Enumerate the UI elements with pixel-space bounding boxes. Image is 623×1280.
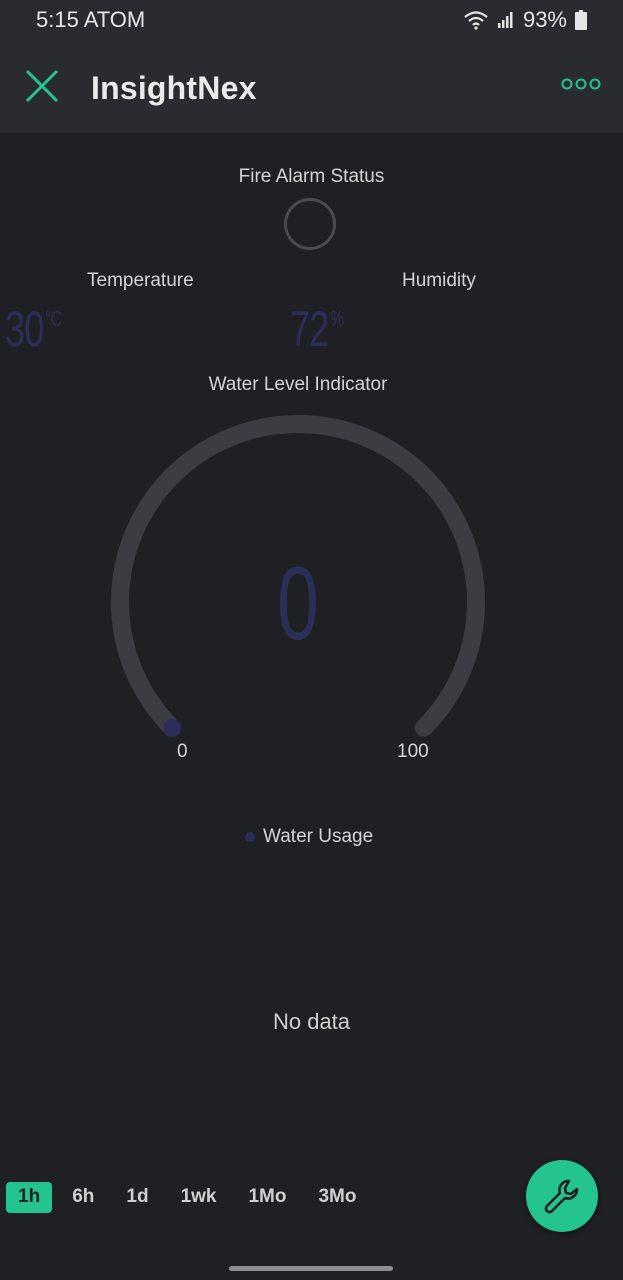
more-options-button[interactable] xyxy=(561,76,601,92)
status-icons: 93% xyxy=(463,7,587,33)
range-1h[interactable]: 1h xyxy=(6,1182,53,1213)
range-3mo[interactable]: 3Mo xyxy=(306,1182,368,1213)
temperature-value: 30°C xyxy=(5,300,62,358)
humidity-value: 72% xyxy=(290,300,344,358)
app-title: InsightNex xyxy=(91,70,257,106)
no-data-text: No data xyxy=(272,1009,351,1034)
temperature-number: 30 xyxy=(5,301,44,357)
gauge-max-label: 100 xyxy=(397,741,429,762)
wrench-icon xyxy=(544,1179,579,1214)
battery-percent: 93% xyxy=(522,7,567,32)
humidity-unit: % xyxy=(330,306,344,331)
temperature-label: Temperature xyxy=(87,270,194,291)
range-1d[interactable]: 1d xyxy=(114,1182,160,1213)
settings-fab[interactable] xyxy=(526,1160,598,1232)
signal-icon xyxy=(497,11,515,29)
water-level-title: Water Level Indicator xyxy=(208,374,388,395)
gauge-level-marker xyxy=(163,718,182,737)
gauge-min-label: 0 xyxy=(177,741,188,762)
time-range-selector: 1h 6h 1d 1wk 1Mo 3Mo xyxy=(6,1182,376,1213)
wifi-icon xyxy=(463,10,489,30)
water-usage-legend: Water Usage xyxy=(245,826,373,848)
water-level-value: 0 xyxy=(277,546,319,662)
legend-label: Water Usage xyxy=(263,826,374,847)
legend-dot xyxy=(245,832,255,842)
humidity-label: Humidity xyxy=(402,270,476,291)
status-time: 5:15 ATOM xyxy=(36,7,146,32)
status-bar: 5:15 ATOM 93% xyxy=(0,0,623,40)
fire-alarm-title: Fire Alarm Status xyxy=(238,166,385,187)
range-1wk[interactable]: 1wk xyxy=(169,1182,229,1213)
close-button[interactable] xyxy=(22,66,62,106)
range-1mo[interactable]: 1Mo xyxy=(236,1182,298,1213)
battery-icon xyxy=(575,10,587,30)
close-icon xyxy=(25,69,59,103)
range-6h[interactable]: 6h xyxy=(60,1182,106,1213)
app-bar: InsightNex xyxy=(0,40,623,133)
home-indicator[interactable] xyxy=(229,1266,393,1271)
temperature-unit: °C xyxy=(45,306,62,331)
fire-alarm-led xyxy=(284,198,336,250)
more-dots-icon xyxy=(561,78,601,90)
humidity-number: 72 xyxy=(290,301,329,357)
